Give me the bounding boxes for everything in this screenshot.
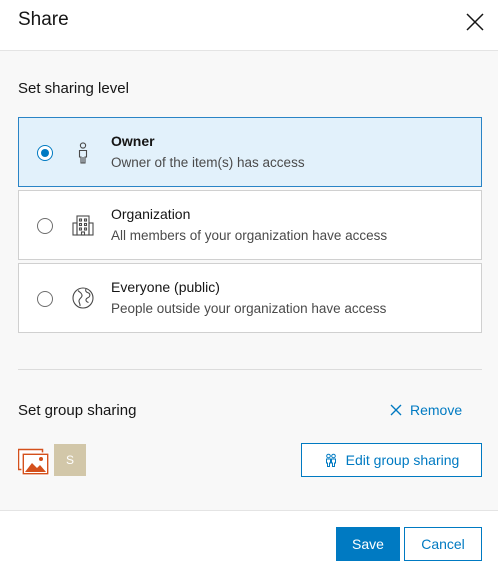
everyone-description: People outside your organization have ac…	[111, 301, 387, 316]
sharing-level-heading: Set sharing level	[18, 80, 129, 97]
sharing-option-organization[interactable]: Organization All members of your organiz…	[18, 190, 482, 260]
close-icon[interactable]	[462, 9, 488, 35]
dialog-footer: Save Cancel	[0, 510, 498, 571]
user-icon	[71, 140, 95, 164]
cancel-button[interactable]: Cancel	[404, 527, 482, 561]
dialog-title: Share	[18, 9, 69, 30]
edit-group-sharing-label: Edit group sharing	[345, 452, 460, 468]
group-sharing-heading: Set group sharing	[18, 402, 137, 419]
group-avatar: S	[54, 444, 86, 476]
organization-title: Organization	[111, 206, 191, 222]
section-divider	[18, 369, 482, 370]
organization-description: All members of your organization have ac…	[111, 228, 388, 243]
owner-description: Owner of the item(s) has access	[111, 155, 305, 170]
group-icon	[325, 453, 336, 467]
save-button[interactable]: Save	[336, 527, 400, 561]
organization-icon	[71, 213, 95, 237]
edit-group-sharing-button[interactable]: Edit group sharing	[301, 443, 482, 477]
close-small-icon	[390, 404, 402, 416]
owner-title: Owner	[111, 133, 155, 149]
everyone-radio[interactable]	[37, 291, 53, 307]
owner-radio[interactable]	[37, 145, 53, 161]
image-group-icon	[17, 445, 50, 477]
organization-radio[interactable]	[37, 218, 53, 234]
remove-label: Remove	[410, 402, 463, 418]
sharing-option-owner[interactable]: Owner Owner of the item(s) has access	[18, 117, 482, 187]
globe-icon	[71, 286, 95, 310]
sharing-option-everyone[interactable]: Everyone (public) People outside your or…	[18, 263, 482, 333]
remove-button[interactable]: Remove	[390, 400, 462, 420]
dialog-header: Share	[0, 0, 498, 51]
everyone-title: Everyone (public)	[111, 279, 220, 295]
share-dialog: Share Set sharing level Owner Owner of t…	[0, 0, 498, 571]
